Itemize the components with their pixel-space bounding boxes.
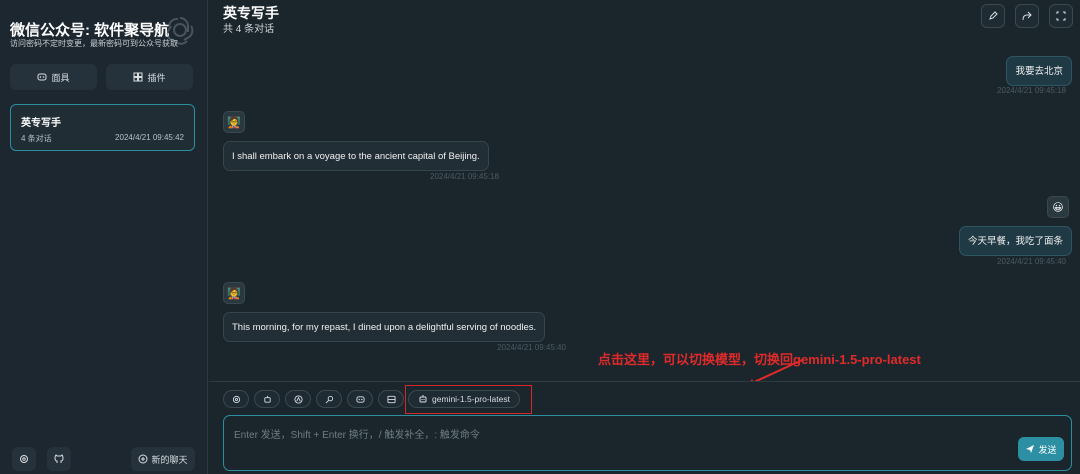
- plugin-button-label: 插件: [147, 72, 166, 83]
- share-button[interactable]: [1015, 4, 1039, 28]
- brand-subtitle: 访问密码不定时变更，最新密码可到公众号获取: [10, 39, 178, 48]
- chat-subtitle: 共 4 条对话: [223, 24, 275, 35]
- theme-tool[interactable]: [285, 390, 311, 408]
- github-icon: [54, 454, 64, 464]
- expand-icon: [1056, 11, 1066, 21]
- chat-input-placeholder: Enter 发送，Shift + Enter 换行，/ 触发补全，: 触发命令: [234, 430, 480, 441]
- send-button[interactable]: 发送: [1018, 437, 1064, 461]
- user-message: 我要去北京: [1006, 56, 1072, 86]
- mask-icon: [37, 72, 47, 82]
- mask-tool[interactable]: [347, 390, 373, 408]
- settings-button[interactable]: [12, 447, 36, 471]
- brand-title: 微信公众号: 软件聚导航: [10, 22, 170, 39]
- bot-avatar: 🧑‍🏫: [223, 111, 245, 133]
- add-circle-icon: [138, 454, 148, 464]
- chat-item-count: 4 条对话: [21, 134, 52, 143]
- input-panel: gemini-1.5-pro-latest Enter 发送，Shift + E…: [209, 381, 1080, 474]
- fullscreen-button[interactable]: [1049, 4, 1073, 28]
- share-icon: [1022, 11, 1032, 21]
- clear-context-tool[interactable]: [378, 390, 404, 408]
- message-timestamp: 2024/4/21 09:45:40: [497, 343, 566, 352]
- sidebar: 微信公众号: 软件聚导航 访问密码不定时变更，最新密码可到公众号获取 面具 插件…: [0, 0, 208, 474]
- robot-icon: [263, 395, 272, 404]
- chat-item-title: 英专写手: [21, 118, 61, 129]
- chat-list-item[interactable]: 英专写手 4 条对话 2024/4/21 09:45:42: [10, 104, 195, 151]
- message-list: 我要去北京 2024/4/21 09:45:18 🧑‍🏫 I shall emb…: [209, 36, 1080, 382]
- annotation-text: 点击这里，可以切换模型，切换回gemini-1.5-pro-latest: [598, 352, 921, 367]
- edit-title-button[interactable]: [981, 4, 1005, 28]
- annotation-highlight-box: [405, 385, 532, 414]
- plugin-icon: [133, 72, 143, 82]
- chat-item-time: 2024/4/21 09:45:42: [115, 133, 184, 142]
- user-message: 今天早餐，我吃了面条: [958, 226, 1072, 256]
- pencil-icon: [988, 11, 998, 21]
- bot-avatar: 🧑‍🏫: [223, 282, 245, 304]
- mask-icon: [355, 395, 365, 404]
- search-icon: [325, 395, 334, 404]
- message-timestamp: 2024/4/21 09:45:40: [997, 257, 1066, 266]
- mask-button-label: 面具: [51, 72, 70, 83]
- gear-icon: [232, 395, 241, 404]
- message-timestamp: 2024/4/21 09:45:18: [997, 86, 1066, 95]
- prompt-hint-tool[interactable]: [254, 390, 280, 408]
- gear-icon: [19, 454, 29, 464]
- break-icon: [386, 395, 396, 404]
- bot-message: This morning, for my repast, I dined upo…: [223, 312, 546, 342]
- new-chat-label: 新的聊天: [151, 454, 188, 465]
- prompt-search-tool[interactable]: [316, 390, 342, 408]
- bot-message: I shall embark on a voyage to the ancien…: [223, 141, 489, 171]
- chat-main: 英专写手 共 4 条对话 我要去北京 2024/4/21 09:45:18 🧑‍…: [209, 0, 1080, 474]
- github-button[interactable]: [47, 447, 71, 471]
- chat-settings-tool[interactable]: [223, 390, 249, 408]
- message-timestamp: 2024/4/21 09:45:18: [430, 172, 499, 181]
- send-label: 发送: [1038, 444, 1057, 455]
- chat-input[interactable]: Enter 发送，Shift + Enter 换行，/ 触发补全，: 触发命令 …: [223, 415, 1072, 471]
- send-icon: [1025, 444, 1035, 454]
- plugin-button[interactable]: 插件: [106, 64, 193, 90]
- openai-logo-icon: [164, 14, 196, 46]
- mask-button[interactable]: 面具: [10, 64, 97, 90]
- user-avatar: 😀: [1047, 196, 1069, 218]
- new-chat-button[interactable]: 新的聊天: [131, 447, 195, 471]
- auto-theme-icon: [293, 394, 303, 404]
